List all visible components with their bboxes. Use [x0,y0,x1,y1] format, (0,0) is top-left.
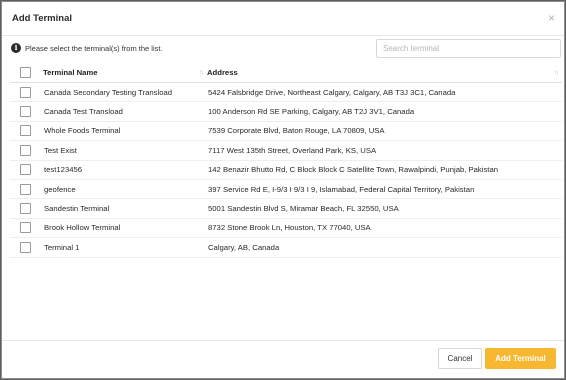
add-terminal-button[interactable]: Add Terminal [485,348,556,369]
row-checkbox[interactable] [20,164,31,176]
terminal-name: Canada Secondary Testing Transload [43,82,207,103]
row-checkbox-cell [10,101,43,122]
table-header-row: Terminal Name ↑↓ Address ↑↓ [10,63,562,83]
terminal-name: Brook Hollow Terminal [43,218,207,239]
table-row[interactable]: Sandestin Terminal 5001 Sandestin Blvd S,… [10,198,562,219]
table-row[interactable]: test123456 142 Benazir Bhutto Rd, C Block… [10,160,562,180]
info-text: Please select the terminal(s) from the l… [25,44,163,53]
terminal-address: 5001 Sandestin Blvd S, Miramar Beach, FL… [207,198,562,219]
search-input[interactable] [376,39,561,58]
row-checkbox[interactable] [20,222,31,234]
row-checkbox-cell [10,121,43,142]
row-checkbox[interactable] [20,183,31,195]
row-checkbox-cell [10,198,43,219]
terminal-name: Canada Test Transload [43,101,207,122]
terminal-address: 397 Service Rd E, I-9/3 I 9/3 I 9, Islam… [207,179,562,200]
terminal-address: 7539 Corporate Blvd, Baton Rouge, LA 708… [207,121,562,142]
table-row[interactable]: Test Exist 7117 West 135th Street, Overla… [10,140,562,161]
sort-icon[interactable]: ↑↓ [199,70,204,76]
row-checkbox-cell [10,218,43,239]
cancel-button[interactable]: Cancel [438,348,482,369]
column-header-name[interactable]: Terminal Name ↑↓ [43,63,207,83]
select-all-cell [10,63,43,83]
terminal-table: Terminal Name ↑↓ Address ↑↓ Canada Seconda… [10,63,562,258]
dialog-title: Add Terminal [12,13,72,24]
terminal-address: 8732 Stone Brook Ln, Houston, TX 77040, … [207,218,562,239]
row-checkbox[interactable] [20,203,31,215]
select-all-checkbox[interactable] [20,67,31,78]
terminal-name: Test Exist [43,140,207,161]
terminal-address: 100 Anderson Rd SE Parking, Calgary, AB … [207,101,562,122]
column-header-name-label: Terminal Name [43,68,98,77]
row-checkbox[interactable] [20,241,31,253]
row-checkbox-cell [10,160,43,180]
info-icon: i [11,43,21,53]
row-checkbox-cell [10,140,43,161]
footer-divider [2,340,564,341]
terminal-name: geofence [43,179,207,200]
row-checkbox[interactable] [20,86,31,98]
terminal-name: test123456 [43,160,207,180]
row-checkbox[interactable] [20,106,31,118]
table-row[interactable]: Whole Foods Terminal 7539 Corporate Blvd,… [10,121,562,142]
sort-icon[interactable]: ↑↓ [554,70,559,76]
terminal-name: Whole Foods Terminal [43,121,207,142]
terminal-address: 5424 Falsbridge Drive, Northeast Calgary… [207,82,562,103]
table-row[interactable]: Canada Test Transload 100 Anderson Rd SE … [10,101,562,122]
terminal-name: Sandestin Terminal [43,198,207,219]
dialog-header: Add Terminal × [2,2,564,36]
table-row[interactable]: geofence 397 Service Rd E, I-9/3 I 9/3 I … [10,179,562,200]
column-header-address-label: Address [207,68,238,77]
row-checkbox[interactable] [20,144,31,156]
row-checkbox-cell [10,237,43,258]
table-row[interactable]: Terminal 1 Calgary, AB, Canada [10,237,562,258]
close-icon[interactable]: × [548,10,555,26]
column-header-address[interactable]: Address ↑↓ [207,63,562,83]
terminal-name: Terminal 1 [43,237,207,258]
row-checkbox[interactable] [20,125,31,137]
row-checkbox-cell [10,179,43,200]
terminal-address: Calgary, AB, Canada [207,237,562,258]
table-row[interactable]: Brook Hollow Terminal 8732 Stone Brook Ln… [10,218,562,239]
terminal-address: 7117 West 135th Street, Overland Park, K… [207,140,562,161]
add-terminal-dialog: Add Terminal × i Please select the termi… [1,1,565,379]
table-row[interactable]: Canada Secondary Testing Transload 5424 F… [10,82,562,103]
row-checkbox-cell [10,82,43,103]
terminal-address: 142 Benazir Bhutto Rd, C Block Block C S… [207,160,562,180]
